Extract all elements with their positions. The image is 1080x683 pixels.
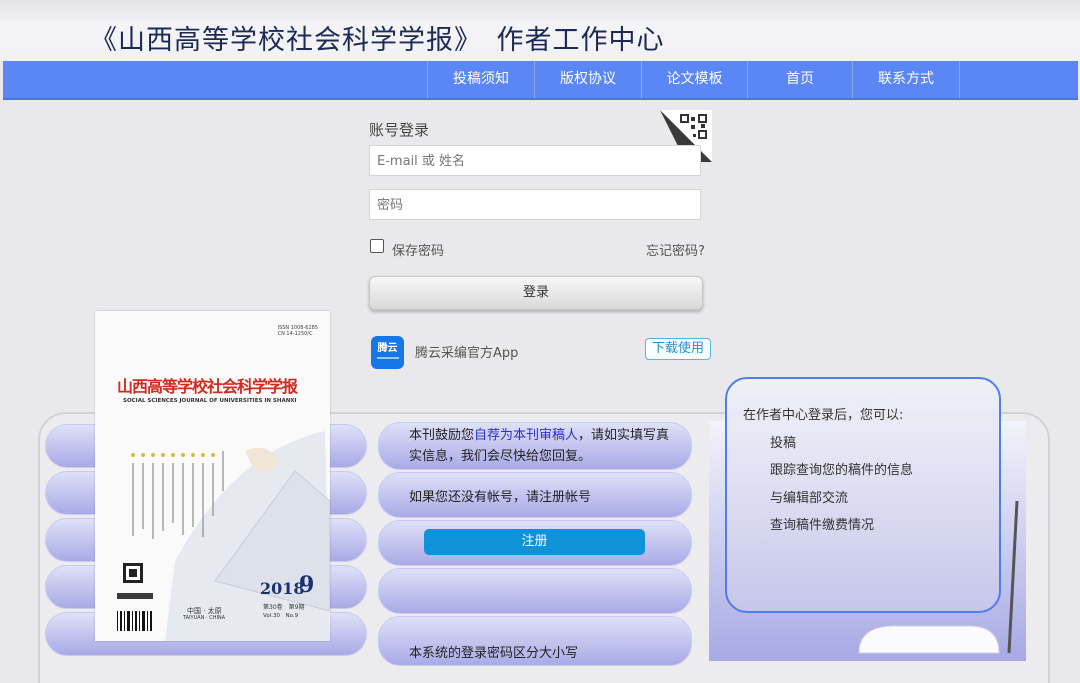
nav-item-contact[interactable]: 联系方式 bbox=[852, 61, 960, 98]
password-field[interactable] bbox=[369, 189, 701, 220]
remember-password-checkbox[interactable] bbox=[370, 239, 384, 253]
invite-prefix: 本刊鼓励您 bbox=[409, 428, 475, 443]
page-title: 《山西高等学校社会科学学报》 作者工作中心 bbox=[90, 25, 665, 56]
login-button[interactable]: 登录 bbox=[369, 276, 703, 310]
download-app-button[interactable]: 下载使用 bbox=[645, 338, 711, 360]
cover-year: 2018 bbox=[260, 579, 305, 598]
feature-item: 投稿 bbox=[770, 436, 797, 451]
password-input[interactable] bbox=[377, 191, 693, 220]
cover-volume-en: Vol.30 No.9 bbox=[263, 613, 299, 619]
login-title: 账号登录 bbox=[369, 121, 430, 139]
feature-item: 跟踪查询您的稿件的信息 bbox=[770, 463, 914, 478]
tab-decoration bbox=[378, 568, 692, 614]
top-nav: 投稿须知 版权协议 论文模板 首页 联系方式 bbox=[3, 61, 1078, 100]
nav-item-submission-guide[interactable]: 投稿须知 bbox=[427, 61, 534, 98]
username-field[interactable] bbox=[369, 145, 701, 176]
reviewer-invite-text: 本刊鼓励您自荐为本刊审稿人，请如实填写真实信息，我们会尽快给您回复。 bbox=[409, 425, 674, 467]
remember-password-label[interactable]: 保存密码 bbox=[392, 240, 444, 259]
cover-journal-title: 山西高等学校社会科学学报 bbox=[117, 377, 298, 396]
cover-issn-block: ISSN 1008-6285 CN 14-1250/C bbox=[278, 325, 318, 337]
case-sensitive-note: 本系统的登录密码区分大小写 bbox=[409, 646, 579, 661]
header: 《山西高等学校社会科学学报》 作者工作中心 bbox=[0, 0, 1080, 61]
username-input[interactable] bbox=[377, 147, 693, 176]
feature-item: 与编辑部交流 bbox=[770, 491, 849, 506]
app-icon[interactable]: 腾云 bbox=[371, 336, 404, 369]
features-title: 在作者中心登录后，您可以: bbox=[743, 408, 904, 423]
register-button[interactable]: 注册 bbox=[424, 529, 645, 555]
journal-cover-image: ISSN 1008-6285 CN 14-1250/C 山西高等学校社会科学学报… bbox=[95, 311, 330, 641]
feature-item: 查询稿件缴费情况 bbox=[770, 518, 875, 533]
nav-item-copyright[interactable]: 版权协议 bbox=[534, 61, 641, 98]
cover-journal-title-en: SOCIAL SCIENCES JOURNAL OF UNIVERSITIES … bbox=[123, 398, 297, 404]
cover-issue: 9 bbox=[299, 572, 315, 598]
cover-cn: CN 14-1250/C bbox=[277, 331, 313, 337]
no-account-text: 如果您还没有帐号，请注册帐号 bbox=[409, 490, 592, 505]
cover-volume-cn: 第30卷 第9期 bbox=[263, 604, 305, 611]
cover-place-en: TAIYUAN · CHINA bbox=[183, 615, 226, 621]
nav-item-home[interactable]: 首页 bbox=[747, 61, 852, 98]
self-recommend-reviewer-link[interactable]: 自荐为本刊审稿人 bbox=[474, 428, 578, 443]
forgot-password-link[interactable]: 忘记密码? bbox=[646, 240, 705, 259]
app-name: 腾云采编官方App bbox=[415, 346, 519, 361]
nav-item-template[interactable]: 论文模板 bbox=[641, 61, 747, 98]
app-icon-text: 腾云 bbox=[377, 343, 398, 354]
